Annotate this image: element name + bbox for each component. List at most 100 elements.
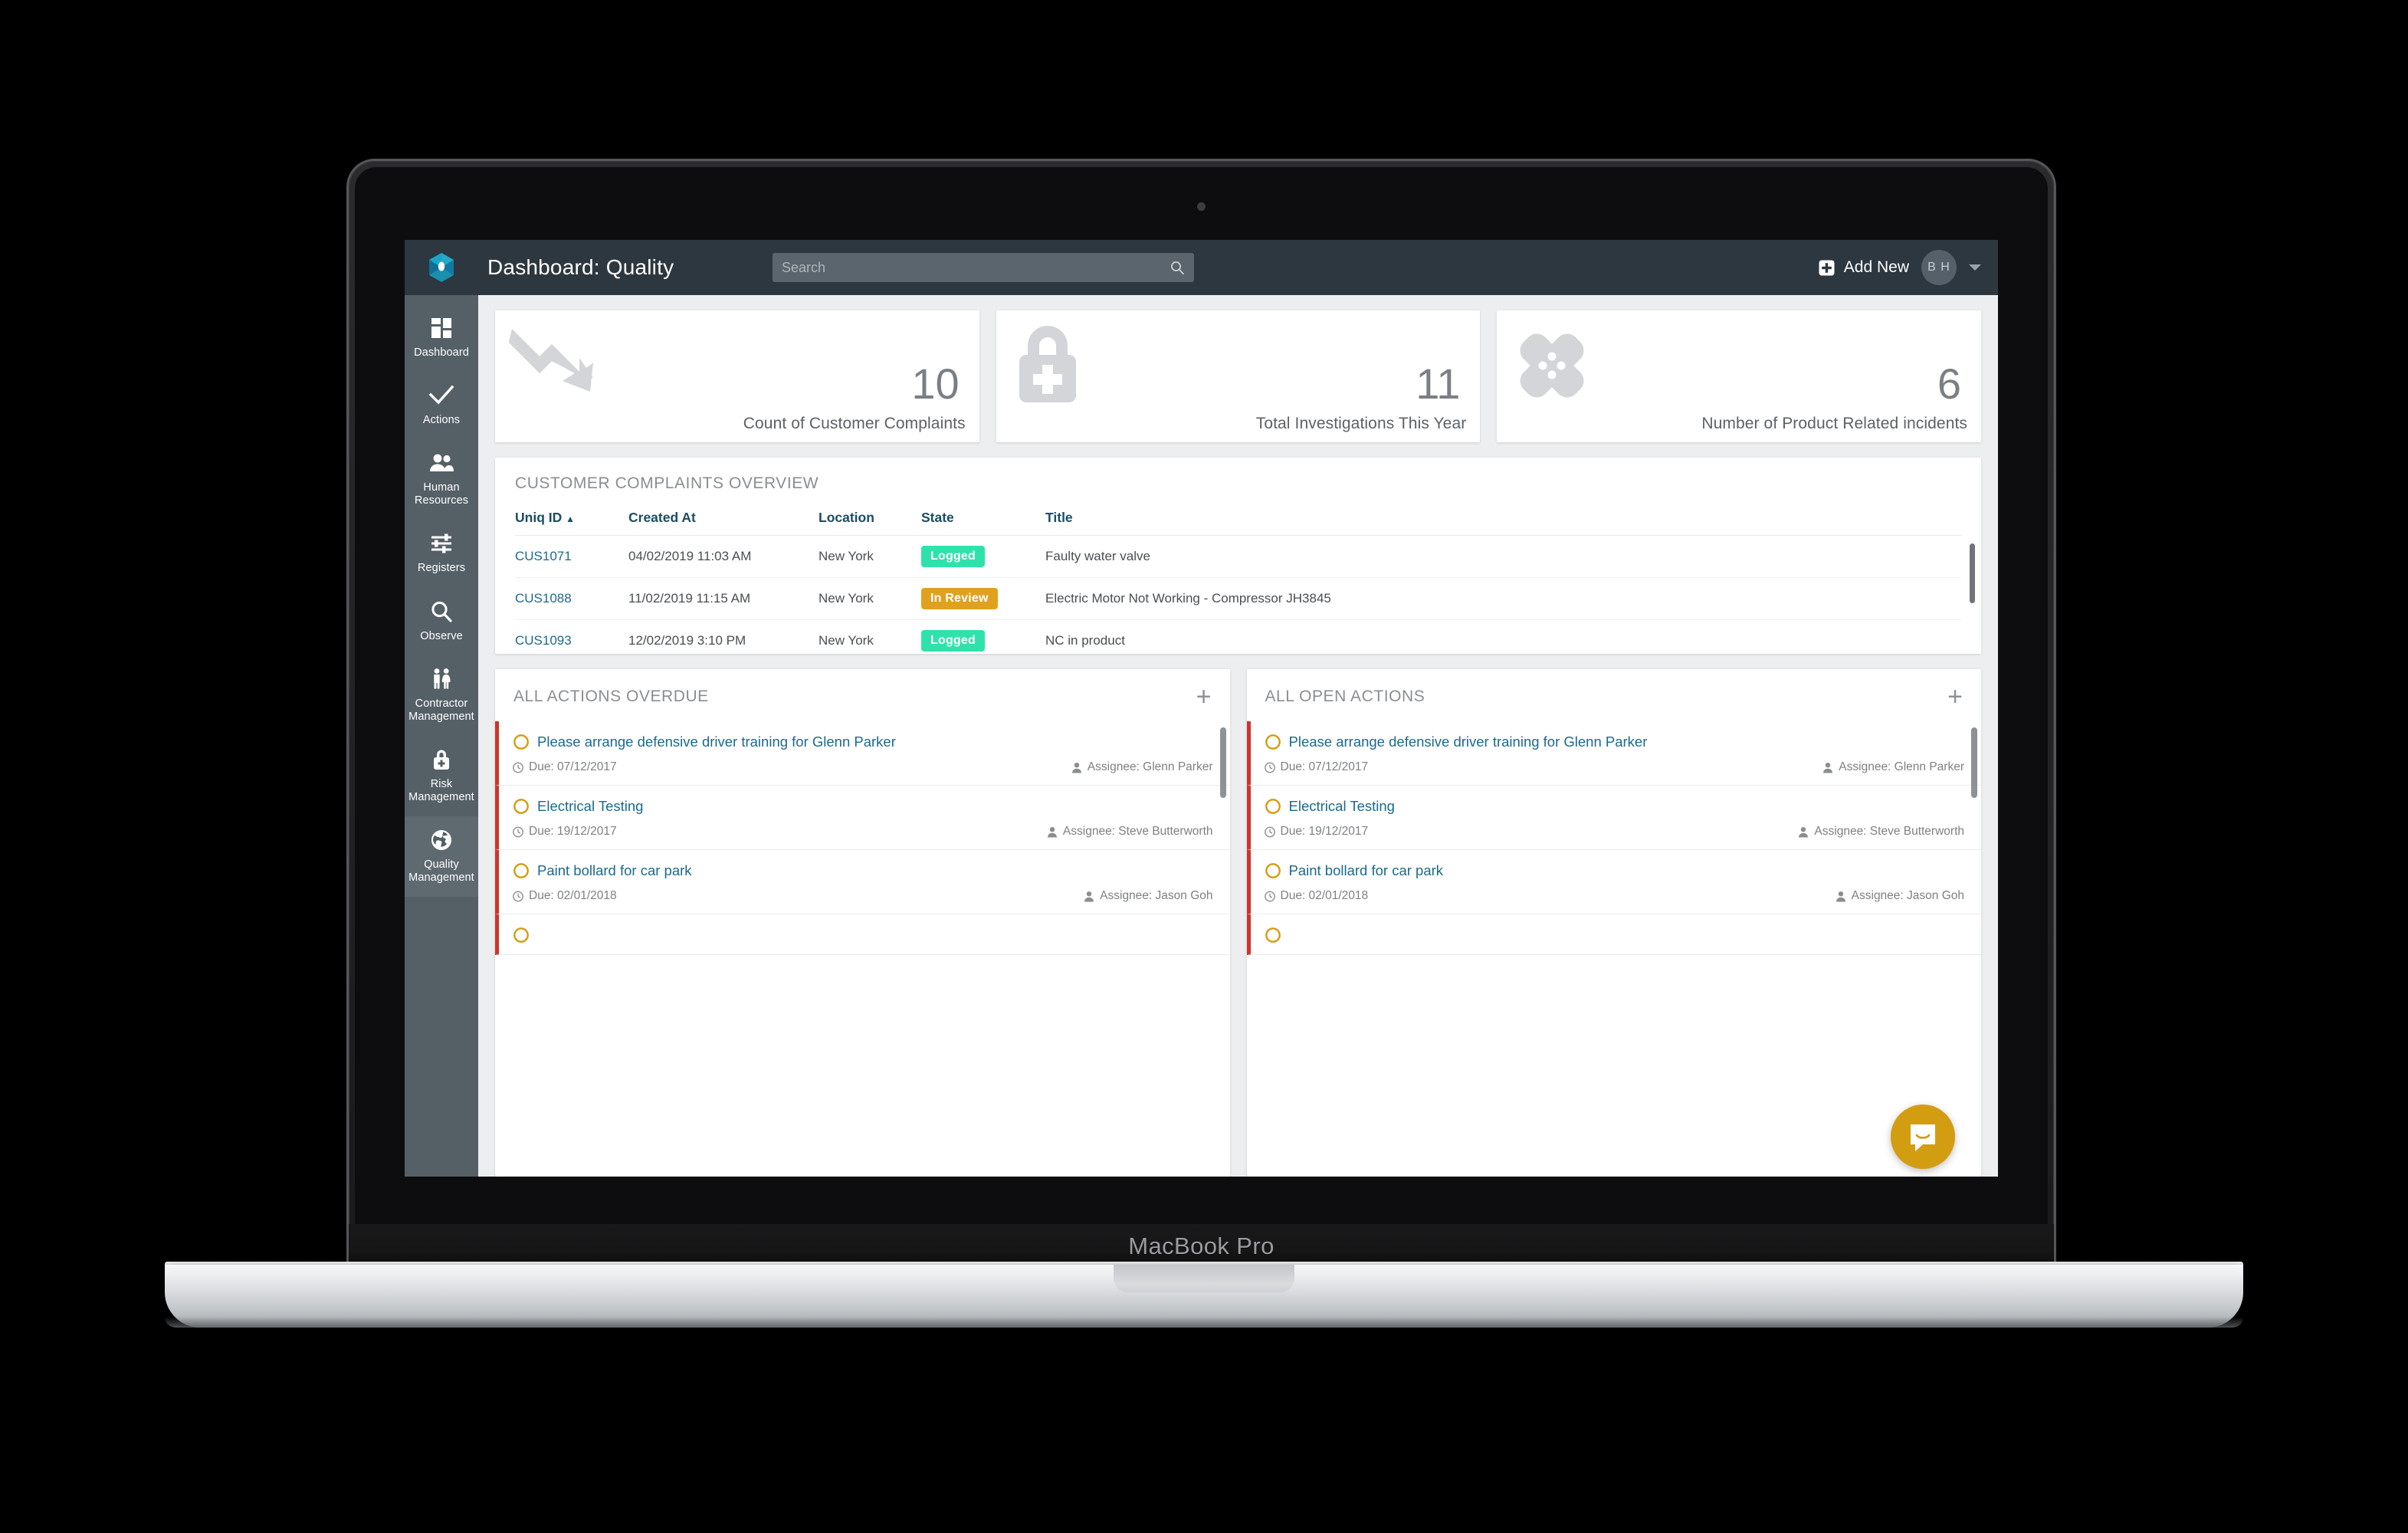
search-box[interactable] (773, 253, 1194, 282)
list-item[interactable]: Please arrange defensive driver training… (1246, 721, 1981, 786)
action-title[interactable]: Paint bollard for car park (1289, 862, 1444, 879)
chevron-down-icon[interactable] (1969, 264, 1981, 271)
list-item[interactable]: Paint bollard for car park Due: 02/01/20… (1246, 850, 1981, 914)
list-item[interactable] (1246, 914, 1981, 955)
person-icon (1836, 891, 1845, 901)
complaints-table: Uniq ID ▲ Created At Location State Titl… (515, 510, 1961, 654)
kpi-label: Count of Customer Complaints (743, 415, 966, 432)
panel-scrollbar[interactable] (1971, 727, 1977, 798)
avatar-initials: B H (1927, 261, 1950, 274)
action-title[interactable]: Electrical Testing (1289, 798, 1395, 815)
kpi-card-customer-complaints[interactable]: 10 Count of Customer Complaints (495, 310, 979, 442)
table-row[interactable]: CUS1088 11/02/2019 11:15 AM New York In … (515, 577, 1961, 620)
person-icon (1084, 891, 1094, 901)
sidebar-item-contractor-management[interactable]: Contractor Management (405, 655, 478, 736)
cell-uniq-id[interactable]: CUS1093 (515, 619, 628, 654)
assignee: Assignee: Steve Butterworth (1047, 825, 1213, 839)
clock-icon (1264, 762, 1275, 773)
laptop-base (165, 1265, 2243, 1328)
panel-scrollbar[interactable] (1219, 727, 1226, 798)
due-date: Due: 07/12/2017 (513, 760, 617, 774)
panel-title: ALL ACTIONS OVERDUE (513, 688, 709, 705)
sidebar-item-quality-management[interactable]: Quality Management (405, 816, 478, 898)
sidebar-item-label: Registers (417, 562, 466, 575)
list-item[interactable]: Paint bollard for car park Due: 02/01/20… (495, 850, 1230, 914)
cell-title: Faulty water valve (1045, 535, 1961, 578)
sidebar-item-label: Quality Management (408, 858, 474, 885)
sliders-icon (430, 530, 453, 556)
clock-icon (1264, 891, 1275, 901)
cell-state: Logged (921, 535, 1045, 578)
status-circle-icon (1265, 863, 1281, 878)
action-title[interactable]: Electrical Testing (537, 798, 643, 815)
sidebar-item-registers[interactable]: Registers (405, 520, 478, 587)
column-header-uniq-id[interactable]: Uniq ID ▲ (515, 510, 628, 536)
cell-title: NC in product (1045, 619, 1961, 654)
table-row[interactable]: CUS1071 04/02/2019 11:03 AM New York Log… (515, 535, 1961, 578)
table-scrollbar[interactable] (1970, 543, 1975, 603)
cell-location: New York (819, 577, 921, 620)
due-date: Due: 02/01/2018 (1264, 889, 1368, 903)
sidebar-item-observe[interactable]: Observe (405, 588, 478, 655)
sidebar-item-risk-management[interactable]: Risk Management (405, 736, 478, 816)
cell-created-at: 04/02/2019 11:03 AM (628, 535, 819, 578)
sidebar: Dashboard Actions Human Resources Regist… (405, 295, 478, 1177)
add-new-label: Add New (1843, 258, 1909, 276)
column-header-location[interactable]: Location (819, 510, 921, 536)
kpi-label: Total Investigations This Year (1255, 415, 1467, 432)
list-item[interactable]: Electrical Testing Due: 19/12/2017 Assig… (1246, 786, 1981, 850)
cell-uniq-id[interactable]: CUS1071 (515, 535, 628, 578)
cell-uniq-id[interactable]: CUS1088 (515, 577, 628, 620)
panel-header: ALL OPEN ACTIONS + (1247, 669, 1982, 721)
status-badge: Logged (921, 546, 985, 567)
panel-header: ALL ACTIONS OVERDUE + (495, 669, 1230, 721)
assignee: Assignee: Glenn Parker (1822, 760, 1964, 774)
intercom-chat-button[interactable] (1891, 1105, 1955, 1169)
dashboard-grid-icon (429, 315, 454, 341)
screen-viewport: Dashboard: Quality Search Add New B H Da… (405, 240, 1998, 1177)
declining-arrow-icon (509, 324, 597, 398)
search-icon[interactable] (1170, 260, 1185, 275)
plus-icon[interactable]: + (1196, 684, 1212, 710)
column-header-state[interactable]: State (921, 510, 1045, 536)
hexagon-logo-icon (429, 253, 454, 282)
search-input[interactable] (782, 259, 1170, 276)
webcam-icon (1197, 202, 1206, 211)
kpi-value: 10 (911, 359, 960, 408)
list-item[interactable] (495, 914, 1230, 955)
list-item[interactable]: Please arrange defensive driver training… (495, 721, 1230, 786)
list-item[interactable]: Electrical Testing Due: 19/12/2017 Assig… (495, 786, 1230, 850)
chat-bubble-icon (1911, 1124, 1935, 1151)
status-circle-icon (513, 799, 529, 814)
column-header-title[interactable]: Title (1045, 510, 1961, 536)
due-date: Due: 19/12/2017 (1264, 825, 1368, 839)
status-circle-icon (1265, 734, 1281, 750)
kpi-value: 6 (1937, 359, 1962, 408)
avatar[interactable]: B H (1921, 250, 1957, 285)
laptop-base-notch (1114, 1265, 1294, 1292)
table-row[interactable]: CUS1093 12/02/2019 3:10 PM New York Logg… (515, 619, 1961, 654)
kpi-card-product-incidents[interactable]: 6 Number of Product Related incidents (1497, 310, 1982, 442)
people-icon (428, 450, 454, 476)
action-title[interactable]: Please arrange defensive driver training… (537, 734, 896, 750)
kpi-card-total-investigations[interactable]: 11 Total Investigations This Year (996, 310, 1481, 442)
cell-title: Electric Motor Not Working - Compressor … (1045, 577, 1961, 620)
sidebar-item-label: Dashboard (414, 346, 469, 359)
add-new-button[interactable]: Add New (1819, 258, 1909, 277)
sidebar-item-label: Actions (422, 414, 461, 427)
action-title[interactable]: Please arrange defensive driver training… (1289, 734, 1648, 750)
panel-list: Please arrange defensive driver training… (495, 721, 1230, 1177)
clock-icon (513, 891, 523, 901)
sidebar-item-actions[interactable]: Actions (405, 372, 478, 439)
plus-icon[interactable]: + (1947, 684, 1963, 710)
action-title[interactable]: Paint bollard for car park (537, 862, 692, 879)
cell-created-at: 11/02/2019 11:15 AM (628, 577, 819, 620)
sidebar-item-human-resources[interactable]: Human Resources (405, 439, 478, 520)
device-label: MacBook Pro (1128, 1233, 1275, 1259)
column-header-created-at[interactable]: Created At (628, 510, 819, 536)
panel-all-open-actions: ALL OPEN ACTIONS + Please arrange defens… (1246, 669, 1982, 1177)
app-logo[interactable] (405, 252, 478, 283)
status-circle-icon (513, 734, 529, 750)
status-badge: Logged (921, 630, 985, 652)
sidebar-item-dashboard[interactable]: Dashboard (405, 304, 478, 372)
